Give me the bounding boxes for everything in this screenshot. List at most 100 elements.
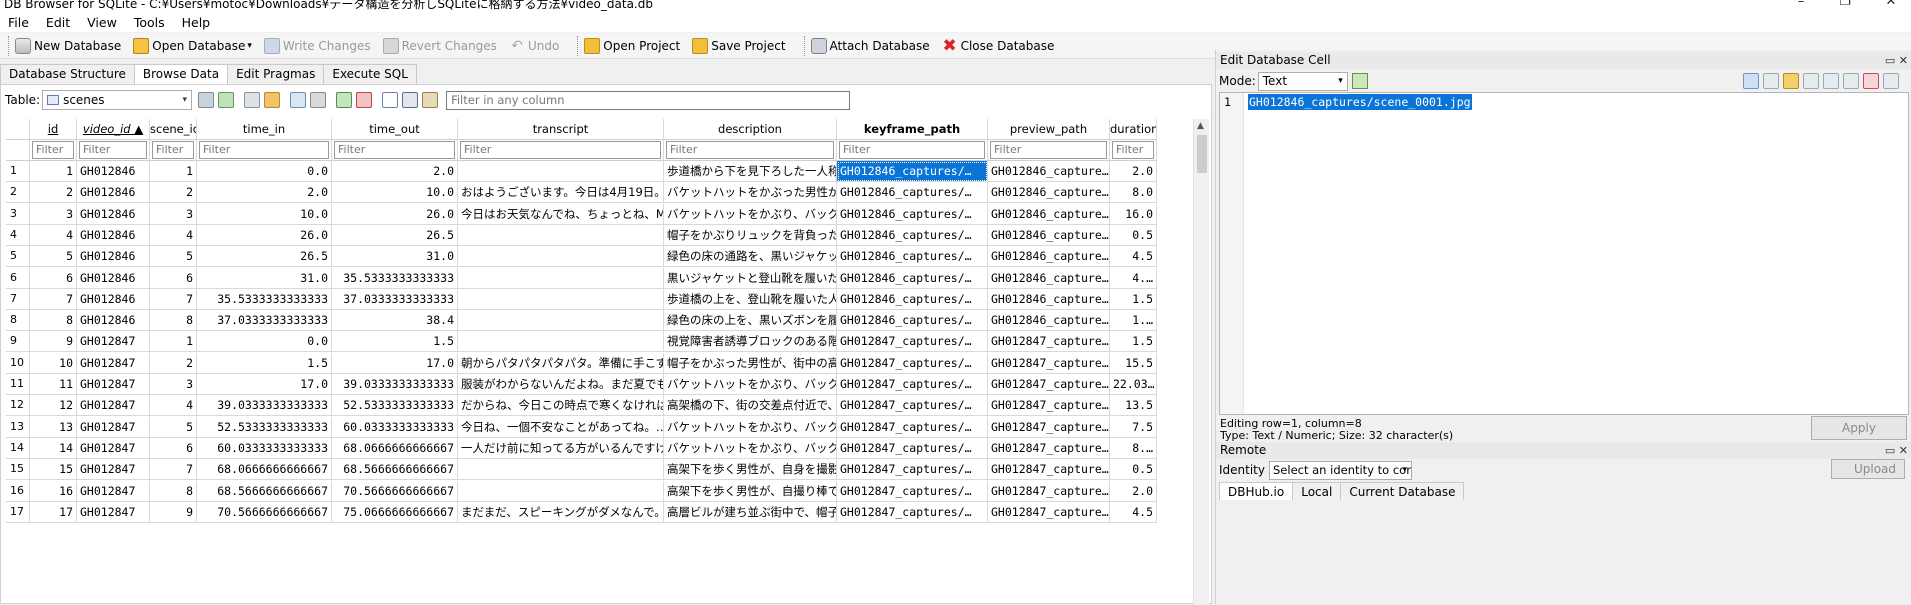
cell-preview-path[interactable]: GH012847_capture… (988, 374, 1110, 395)
cell-id[interactable]: 2 (30, 182, 77, 204)
row-number[interactable]: 1 (6, 161, 30, 182)
cell-time-out[interactable]: 37.0333333333333 (332, 288, 458, 310)
filter-input[interactable]: Filter (460, 141, 661, 159)
identity-select[interactable]: Select an identity to connect ▾ (1269, 460, 1412, 480)
cell-id[interactable]: 5 (30, 246, 77, 268)
cell-duration[interactable]: 1.… (1110, 310, 1157, 332)
cell-time-in[interactable]: 52.5333333333333 (197, 416, 332, 438)
cell-scene-id[interactable]: 9 (150, 501, 197, 523)
column-header-description[interactable]: description (664, 119, 837, 140)
cell-description[interactable]: 帽子をかぶりリュックを背負った男性が… (664, 224, 837, 246)
cell-video-id[interactable]: GH012847 (77, 352, 150, 374)
cell-keyframe-path[interactable]: GH012846_captures/… (837, 288, 988, 310)
row-number[interactable]: 6 (6, 267, 30, 289)
dock-buttons-icon[interactable]: ▭ ✕ (1885, 52, 1908, 69)
row-number[interactable]: 12 (6, 395, 30, 417)
cell-keyframe-path[interactable]: GH012847_captures/… (837, 331, 988, 353)
tab-browse-data[interactable]: Browse Data (133, 64, 229, 85)
cell-keyframe-path[interactable]: GH012847_captures/… (837, 501, 988, 523)
cell-description[interactable]: 歩道橋の上を、登山靴を履いた人物… (664, 288, 837, 310)
cell-scene-id[interactable]: 3 (150, 203, 197, 225)
cell-description[interactable]: バケットハットをかぶり、バックパックを背… (664, 437, 837, 459)
cell-transcript[interactable] (458, 246, 664, 268)
column-header-keyframe-path[interactable]: keyframe_path (837, 119, 988, 140)
clear-filters-icon[interactable] (244, 92, 261, 108)
filter-input[interactable]: Filter (32, 141, 74, 159)
cell-time-out[interactable]: 70.5666666666667 (332, 480, 458, 502)
cell-video-id[interactable]: GH012846 (77, 288, 150, 310)
cell-keyframe-path[interactable]: GH012846_captures/… (837, 203, 988, 225)
cell-keyframe-path[interactable]: GH012846_captures/… (837, 267, 988, 289)
cell-time-out[interactable]: 35.5333333333333 (332, 267, 458, 289)
open-database-button[interactable]: Open Database ▾ (133, 37, 252, 54)
cell-video-id[interactable]: GH012847 (77, 480, 150, 502)
filter-any-column-input[interactable]: Filter in any column (446, 90, 851, 110)
corner-header[interactable] (6, 119, 30, 140)
open-project-button[interactable]: Open Project (584, 37, 680, 54)
column-header-time-out[interactable]: time_out (332, 119, 458, 140)
column-header-duration[interactable]: duration (1110, 119, 1157, 140)
maximize-button[interactable]: ❐ (1830, 0, 1860, 9)
table-select[interactable]: scenes ▾ (42, 90, 193, 110)
cell-video-id[interactable]: GH012846 (77, 203, 150, 225)
insert-record-icon[interactable] (336, 92, 353, 108)
cell-transcript[interactable] (458, 224, 664, 246)
filter-input[interactable]: Filter (990, 141, 1107, 159)
cell-video-id[interactable]: GH012847 (77, 416, 150, 438)
cell-keyframe-path[interactable]: GH012846_captures/… (837, 182, 988, 204)
find-replace-icon[interactable] (422, 92, 439, 108)
clear-cell-icon[interactable] (1863, 73, 1879, 89)
cell-video-id[interactable]: GH012847 (77, 331, 150, 353)
cell-video-id[interactable]: GH012846 (77, 267, 150, 289)
cell-time-out[interactable]: 10.0 (332, 182, 458, 204)
cell-transcript[interactable]: まだまだ、スピーキングがダメなんで。… (458, 501, 664, 523)
print-icon[interactable] (310, 92, 327, 108)
tab-edit-pragmas[interactable]: Edit Pragmas (227, 64, 325, 84)
cell-id[interactable]: 10 (30, 352, 77, 374)
cell-id[interactable]: 11 (30, 374, 77, 395)
cell-keyframe-path[interactable]: GH012846_captures/… (837, 161, 988, 182)
save-filter-icon[interactable] (290, 92, 307, 108)
cell-video-id[interactable]: GH012846 (77, 310, 150, 332)
column-header-time-in[interactable]: time_in (197, 119, 332, 140)
word-wrap-icon[interactable] (1743, 73, 1759, 89)
cell-id[interactable]: 7 (30, 288, 77, 310)
filter-input[interactable]: Filter (666, 141, 834, 159)
cell-time-in[interactable]: 26.5 (197, 246, 332, 268)
cell-preview-path[interactable]: GH012847_capture… (988, 352, 1110, 374)
cell-keyframe-path[interactable]: GH012846_captures/… (837, 246, 988, 268)
cell-preview-path[interactable]: GH012847_capture… (988, 416, 1110, 438)
sort-icon[interactable] (264, 92, 281, 108)
cell-preview-path[interactable]: GH012847_capture… (988, 437, 1110, 459)
cell-transcript[interactable]: だからね、今日この時点で寒くなければ多分問… (458, 395, 664, 417)
cell-keyframe-path[interactable]: GH012847_captures/… (837, 395, 988, 417)
scroll-thumb[interactable] (1197, 135, 1207, 173)
menu-edit[interactable]: Edit (46, 15, 70, 30)
row-number[interactable]: 4 (6, 224, 30, 246)
cell-time-out[interactable]: 31.0 (332, 246, 458, 268)
row-number[interactable]: 17 (6, 501, 30, 523)
cell-keyframe-path[interactable]: GH012847_captures/… (837, 416, 988, 438)
cell-time-in[interactable]: 0.0 (197, 331, 332, 353)
save-project-button[interactable]: Save Project (692, 37, 786, 54)
sync-icon[interactable] (218, 92, 235, 108)
cell-id[interactable]: 4 (30, 224, 77, 246)
auto-switch-mode-icon[interactable] (1351, 73, 1368, 89)
delete-record-icon[interactable] (356, 92, 373, 108)
cell-scene-id[interactable]: 5 (150, 416, 197, 438)
cell-time-in[interactable]: 1.5 (197, 352, 332, 374)
cell-video-id[interactable]: GH012846 (77, 224, 150, 246)
cell-time-in[interactable]: 31.0 (197, 267, 332, 289)
cell-description[interactable]: バケットハットをかぶり、バックパックを背… (664, 374, 837, 395)
cell-duration[interactable]: 8.… (1110, 437, 1157, 459)
cell-description[interactable]: 歩道橋から下を見下ろした一人称視… (664, 161, 837, 182)
cell-time-out[interactable]: 68.0666666666667 (332, 437, 458, 459)
attach-database-button[interactable]: Attach Database (810, 37, 930, 54)
cell-time-out[interactable]: 26.5 (332, 224, 458, 246)
cell-id[interactable]: 12 (30, 395, 77, 417)
cell-preview-path[interactable]: GH012846_capture… (988, 246, 1110, 268)
cell-video-id[interactable]: GH012847 (77, 501, 150, 523)
cell-description[interactable]: バケットハットをかぶった男性が、日本… (664, 182, 837, 204)
cell-time-in[interactable]: 70.5666666666667 (197, 501, 332, 523)
cell-time-in[interactable]: 39.0333333333333 (197, 395, 332, 417)
